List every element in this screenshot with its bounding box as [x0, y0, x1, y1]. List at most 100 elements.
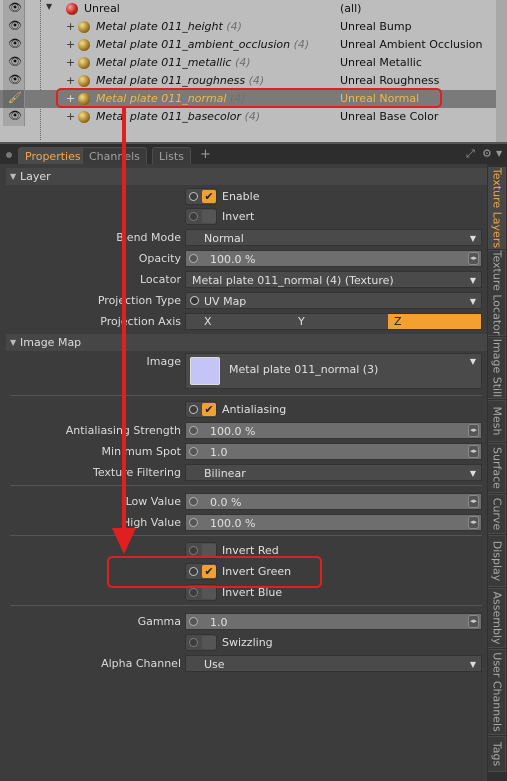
- image-dropdown[interactable]: Metal plate 011_normal (3) ▼: [185, 353, 482, 389]
- section-header-layer[interactable]: ▼ Layer: [6, 168, 487, 185]
- expand-panel-icon[interactable]: ⤢: [466, 148, 478, 160]
- gamma-field[interactable]: 1.0 ◂▸: [185, 613, 482, 630]
- visibility-eye-icon[interactable]: 👁: [3, 108, 25, 126]
- vtab-image-still[interactable]: Image Still: [488, 337, 506, 399]
- tex-filter-dropdown[interactable]: Bilinear ▼: [185, 464, 482, 481]
- vtab-curve[interactable]: Curve: [488, 494, 506, 534]
- checkmark-icon: ✔: [202, 190, 216, 203]
- tex-filter-value: Bilinear: [204, 467, 246, 480]
- axis-y-button[interactable]: Y: [292, 314, 384, 329]
- vtab-texture-locator[interactable]: Texture Locator: [488, 250, 506, 336]
- vtab-user-channels[interactable]: User Channels: [488, 649, 506, 735]
- opacity-field[interactable]: 100.0 % ◂▸: [185, 250, 482, 267]
- vtab-surface[interactable]: Surface: [488, 443, 506, 493]
- panel-menu-dot-icon[interactable]: [6, 152, 12, 158]
- divider: [10, 535, 482, 536]
- divider: [10, 605, 482, 606]
- effect-label: Unreal Ambient Occlusion: [340, 38, 483, 51]
- tab-properties[interactable]: Properties: [18, 147, 88, 165]
- alpha-channel-value: Use: [204, 658, 225, 671]
- invert-checkbox[interactable]: [185, 208, 217, 225]
- effect-label: Unreal Base Color: [340, 110, 439, 123]
- tree-row-unreal[interactable]: 👁 ▼ Unreal (all): [0, 0, 496, 18]
- image-thumbnail: [190, 357, 220, 385]
- projection-axis-selector: X Y Z: [185, 313, 482, 330]
- texture-ball-icon: [78, 111, 90, 123]
- collapse-triangle-icon[interactable]: ▼: [46, 2, 52, 11]
- brush-icon[interactable]: 🖌: [3, 90, 25, 108]
- blend-mode-dropdown[interactable]: Normal ▼: [185, 229, 482, 246]
- tex-filter-label: Texture Filtering: [92, 466, 181, 479]
- visibility-eye-icon[interactable]: 👁: [3, 18, 25, 36]
- shader-tree: 👁 ▼ Unreal (all) 👁 + Metal plate 011_hei…: [0, 0, 507, 142]
- keyframe-dot-icon[interactable]: [189, 254, 198, 263]
- vtab-assembly[interactable]: Assembly: [488, 588, 506, 648]
- tree-item-label: Metal plate 011_roughness: [96, 74, 246, 87]
- keyframe-dot-icon[interactable]: [189, 617, 198, 626]
- visibility-eye-icon[interactable]: 👁: [3, 72, 25, 90]
- chevron-down-icon[interactable]: ▼: [496, 148, 507, 160]
- add-tab-button[interactable]: +: [200, 147, 211, 162]
- opacity-value: 100.0 %: [210, 253, 256, 266]
- expand-plus-icon[interactable]: +: [66, 75, 75, 87]
- tree-scrollbar[interactable]: [496, 0, 507, 142]
- tab-lists[interactable]: Lists: [152, 147, 191, 165]
- high-value-field[interactable]: 100.0 % ◂▸: [185, 514, 482, 531]
- swizzling-checkbox[interactable]: [185, 634, 217, 651]
- axis-x-button[interactable]: X: [198, 314, 290, 329]
- chevron-down-icon: ▼: [469, 297, 476, 306]
- effect-label: Unreal Metallic: [340, 56, 422, 69]
- expand-plus-icon[interactable]: +: [66, 111, 75, 123]
- tab-channels[interactable]: Channels: [82, 147, 147, 165]
- enable-checkbox[interactable]: ✔: [185, 188, 217, 205]
- min-spot-field[interactable]: 1.0 ◂▸: [185, 443, 482, 460]
- collapse-triangle-icon[interactable]: ▼: [10, 168, 16, 185]
- expand-plus-icon[interactable]: +: [66, 57, 75, 69]
- spinner-icon[interactable]: ◂▸: [468, 516, 479, 529]
- keyframe-dot-icon[interactable]: [189, 426, 198, 435]
- swizzling-label: Swizzling: [222, 636, 273, 649]
- locator-dropdown[interactable]: Metal plate 011_normal (4) (Texture) ▼: [185, 271, 482, 288]
- chevron-down-icon: ▼: [469, 234, 476, 243]
- visibility-eye-icon[interactable]: 👁: [3, 36, 25, 54]
- tree-row-ambient-occlusion[interactable]: 👁 + Metal plate 011_ambient_occlusion (4…: [0, 36, 496, 54]
- instance-count: (4): [226, 20, 242, 33]
- panel-tab-bar: Properties Channels Lists + ⤢ ⚙ ▼: [0, 142, 507, 165]
- gear-icon[interactable]: ⚙: [482, 148, 494, 160]
- antialiasing-checkbox[interactable]: ✔: [185, 401, 217, 418]
- alpha-channel-dropdown[interactable]: Use ▼: [185, 655, 482, 672]
- vtab-tags[interactable]: Tags: [488, 736, 506, 772]
- low-value-field[interactable]: 0.0 % ◂▸: [185, 493, 482, 510]
- vtab-display[interactable]: Display: [488, 535, 506, 587]
- radio-icon: [190, 296, 199, 305]
- aa-strength-field[interactable]: 100.0 % ◂▸: [185, 422, 482, 439]
- axis-z-button[interactable]: Z: [388, 314, 481, 329]
- keyframe-dot-icon[interactable]: [189, 518, 198, 527]
- expand-plus-icon[interactable]: +: [66, 21, 75, 33]
- visibility-eye-icon[interactable]: 👁: [3, 0, 25, 18]
- spinner-icon[interactable]: ◂▸: [468, 424, 479, 437]
- spinner-icon[interactable]: ◂▸: [468, 252, 479, 265]
- tree-row-basecolor[interactable]: 👁 + Metal plate 011_basecolor (4) Unreal…: [0, 108, 496, 126]
- collapse-triangle-icon[interactable]: ▼: [10, 334, 16, 351]
- expand-plus-icon[interactable]: +: [66, 39, 75, 51]
- vtab-texture-layers[interactable]: Texture Layers: [488, 167, 506, 249]
- spinner-icon[interactable]: ◂▸: [468, 615, 479, 628]
- visibility-eye-icon[interactable]: 👁: [3, 54, 25, 72]
- effect-label: (all): [340, 2, 362, 15]
- spinner-icon[interactable]: ◂▸: [468, 495, 479, 508]
- chevron-down-icon: ▼: [469, 276, 476, 285]
- tree-item-label: Unreal: [84, 2, 120, 15]
- spinner-icon[interactable]: ◂▸: [468, 445, 479, 458]
- tree-row-height[interactable]: 👁 + Metal plate 011_height (4) Unreal Bu…: [0, 18, 496, 36]
- tree-item-label: Metal plate 011_height: [96, 20, 223, 33]
- tree-item-label: Metal plate 011_basecolor: [96, 110, 242, 123]
- tree-row-metallic[interactable]: 👁 + Metal plate 011_metallic (4) Unreal …: [0, 54, 496, 72]
- gamma-value: 1.0: [210, 616, 228, 629]
- keyframe-dot-icon[interactable]: [189, 447, 198, 456]
- section-header-image-map[interactable]: ▼ Image Map: [6, 334, 487, 351]
- checkmark-icon: ✔: [202, 403, 216, 416]
- keyframe-dot-icon[interactable]: [189, 497, 198, 506]
- projection-type-dropdown[interactable]: UV Map ▼: [185, 292, 482, 309]
- vtab-mesh[interactable]: Mesh: [488, 400, 506, 442]
